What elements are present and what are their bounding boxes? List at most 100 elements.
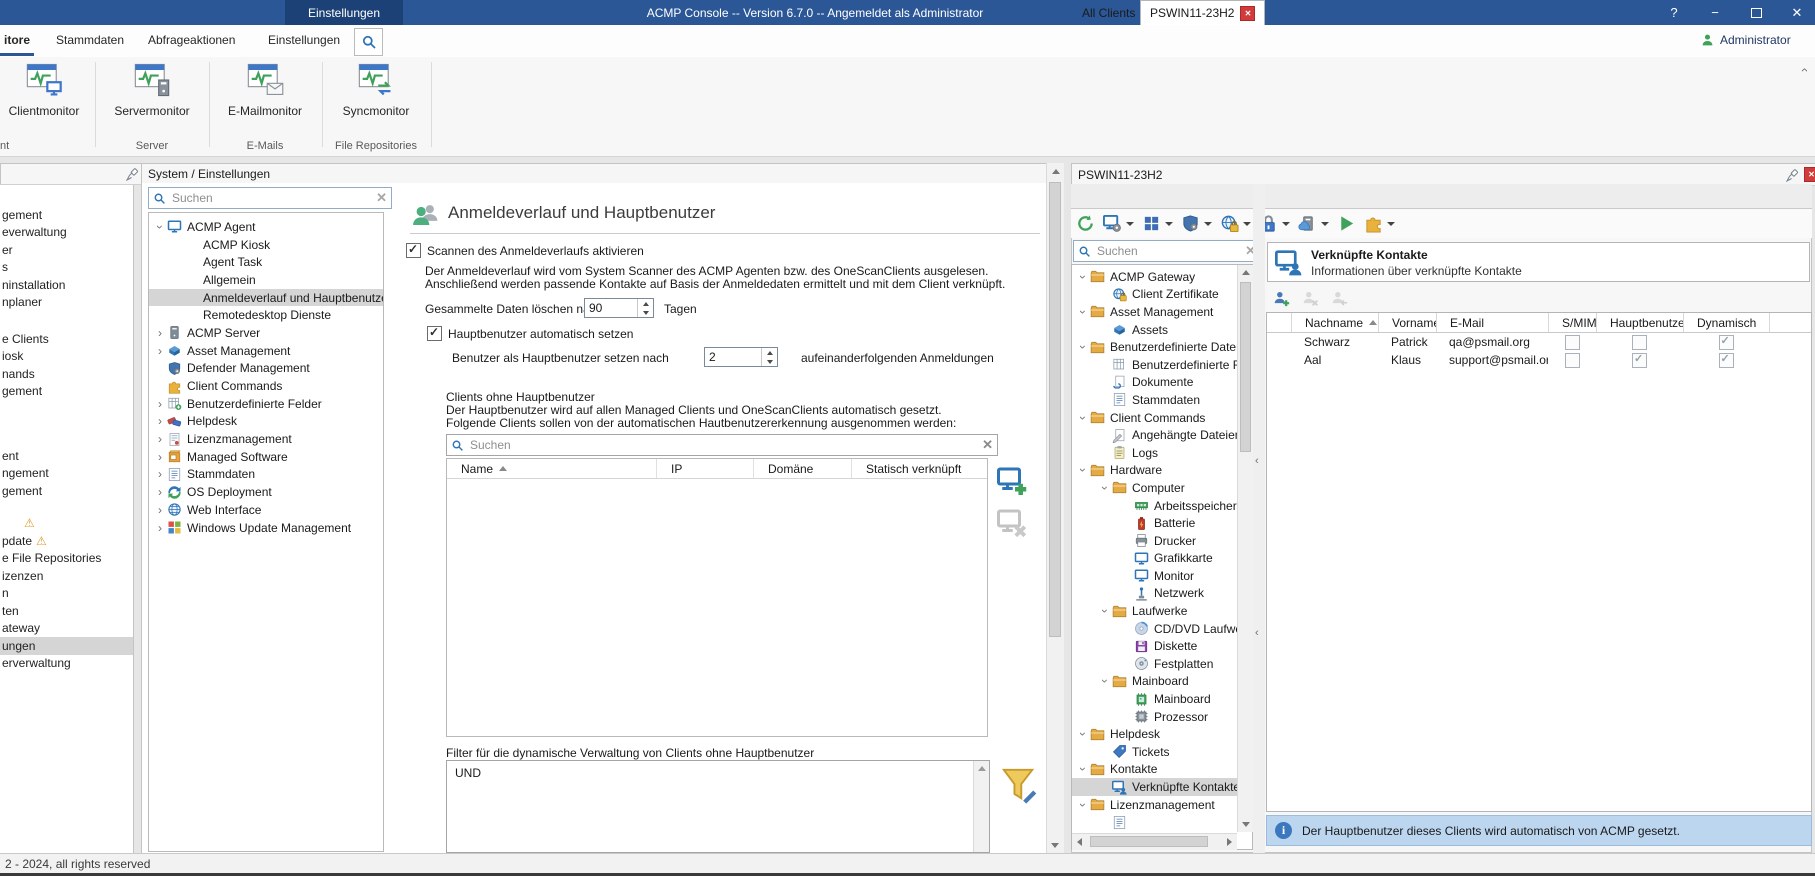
scroll-left-icon[interactable]: [1072, 838, 1087, 846]
ribbon-button[interactable]: Clientmonitor: [0, 60, 88, 122]
column-header[interactable]: Statisch verknüpft: [851, 459, 987, 478]
help-button[interactable]: ?: [1659, 0, 1689, 25]
chevron-icon[interactable]: [1076, 762, 1090, 776]
tree-item[interactable]: Managed Software: [149, 448, 383, 466]
tree-item[interactable]: Helpdesk: [149, 413, 383, 431]
tree-item[interactable]: Prozessor: [1072, 708, 1252, 726]
contact-row[interactable]: Schwarz Patrick qa@psmail.org: [1267, 333, 1811, 351]
dropdown-arrow-icon[interactable]: [1243, 221, 1251, 226]
system-tree-search-input[interactable]: [170, 190, 373, 206]
sidebar-item[interactable]: ateway: [0, 620, 133, 638]
tree-item[interactable]: Monitor: [1072, 567, 1252, 585]
ribbon-button[interactable]: Servermonitor: [104, 60, 200, 122]
sidebar-item[interactable]: izenzen: [0, 567, 133, 585]
tree-item[interactable]: Kontakte: [1072, 761, 1252, 779]
toolbar-button[interactable]: [1217, 212, 1254, 236]
tree-item[interactable]: Client Commands: [1072, 409, 1252, 427]
toolbar-button[interactable]: [1328, 286, 1351, 310]
spinner-up-icon[interactable]: [762, 348, 777, 357]
tree-item[interactable]: Allgemein: [149, 271, 383, 289]
tree-item[interactable]: Client Commands: [149, 377, 383, 395]
toolbar-button[interactable]: [1270, 286, 1293, 310]
ribbon-button[interactable]: E-Mailmonitor: [217, 60, 313, 122]
sidebar-item[interactable]: e File Repositories: [0, 550, 133, 568]
chevron-icon[interactable]: [1076, 798, 1090, 812]
chevron-icon[interactable]: [1076, 727, 1090, 741]
tree-item[interactable]: Laufwerke: [1072, 602, 1252, 620]
scroll-up-icon[interactable]: [1047, 163, 1064, 179]
menu-tab-abfrageaktionen[interactable]: Abfrageaktionen: [144, 25, 239, 54]
tree-item[interactable]: Verknüpfte Kontakte: [1072, 778, 1252, 796]
client-tree-hscrollbar[interactable]: [1072, 833, 1237, 850]
column-header[interactable]: Nachname: [1291, 313, 1378, 332]
chevron-icon[interactable]: [153, 485, 167, 499]
tree-item[interactable]: Stammdaten: [1072, 391, 1252, 409]
clients-search-input[interactable]: [468, 437, 979, 453]
tree-item[interactable]: Diskette: [1072, 637, 1252, 655]
scrollbar-thumb[interactable]: [1049, 182, 1061, 637]
toolbar-button[interactable]: [1073, 212, 1098, 236]
menu-search-button[interactable]: [354, 28, 383, 56]
tree-item[interactable]: Benutzerdefinierte Felder: [149, 395, 383, 413]
tree-item[interactable]: Client Zertifikate: [1072, 286, 1252, 304]
column-header[interactable]: Name: [447, 459, 656, 478]
tab-pswin11-23h2[interactable]: PSWIN11-23H2: [1140, 0, 1266, 25]
sidebar-item[interactable]: nands: [0, 365, 133, 383]
tree-item[interactable]: Web Interface: [149, 501, 383, 519]
toolbar-button[interactable]: [1100, 212, 1137, 236]
tree-item[interactable]: [1072, 813, 1252, 831]
client-tree-search[interactable]: ✕: [1073, 240, 1261, 262]
dropdown-arrow-icon[interactable]: [1321, 221, 1329, 226]
sidebar-item[interactable]: erverwaltung: [0, 655, 133, 673]
chevron-icon[interactable]: [153, 467, 167, 481]
panel-splitter[interactable]: [1253, 184, 1265, 853]
tree-item[interactable]: Logs: [1072, 444, 1252, 462]
column-header[interactable]: S/MIME: [1548, 313, 1596, 332]
column-header[interactable]: Vorname: [1378, 313, 1436, 332]
tree-item[interactable]: Dokumente: [1072, 374, 1252, 392]
tree-item[interactable]: Benutzerdefinierte Felder: [1072, 356, 1252, 374]
edit-filter-button[interactable]: [1000, 764, 1038, 806]
tree-item[interactable]: Benutzerdefinierte Daten: [1072, 338, 1252, 356]
sidebar-item[interactable]: ungen: [0, 637, 133, 655]
column-header[interactable]: E-Mail: [1436, 313, 1548, 332]
menu-tab-monitore[interactable]: itore: [0, 25, 35, 56]
chevron-icon[interactable]: [1098, 481, 1112, 495]
chevron-icon[interactable]: [153, 432, 167, 446]
chevron-icon[interactable]: [153, 326, 167, 340]
main-scrollbar[interactable]: [1046, 163, 1064, 853]
chevron-icon[interactable]: [1076, 340, 1090, 354]
sidebar-item[interactable]: nplaner: [0, 294, 133, 312]
tree-item[interactable]: ACMP Gateway: [1072, 268, 1252, 286]
column-header[interactable]: IP: [656, 459, 753, 478]
tree-item[interactable]: Computer: [1072, 479, 1252, 497]
scroll-right-icon[interactable]: [1222, 838, 1237, 846]
dropdown-arrow-icon[interactable]: [1126, 221, 1134, 226]
tree-item[interactable]: Lizenzmanagement: [1072, 796, 1252, 814]
tree-item[interactable]: ACMP Kiosk: [149, 236, 383, 254]
sidebar-item[interactable]: e Clients: [0, 330, 133, 348]
ribbon-button[interactable]: Syncmonitor: [310, 60, 442, 122]
column-header[interactable]: Domäne: [753, 459, 851, 478]
sidebar-item[interactable]: everwaltung: [0, 224, 133, 242]
spinner-up-icon[interactable]: [638, 299, 653, 308]
sidebar-item[interactable]: ent: [0, 447, 133, 465]
pin-icon[interactable]: [1786, 168, 1800, 182]
column-header[interactable]: Dynamisch: [1683, 313, 1769, 332]
chevron-icon[interactable]: [153, 450, 167, 464]
close-tab-icon[interactable]: [1240, 5, 1256, 21]
sidebar-item[interactable]: ten: [0, 602, 133, 620]
tree-item[interactable]: Hardware: [1072, 462, 1252, 480]
chevron-icon[interactable]: [153, 414, 167, 428]
tree-item[interactable]: Asset Management: [149, 342, 383, 360]
scrollbar-thumb[interactable]: [1090, 836, 1208, 847]
close-button[interactable]: ✕: [1782, 0, 1812, 25]
tree-item[interactable]: Festplatten: [1072, 655, 1252, 673]
after-logins-spinner[interactable]: 2: [704, 347, 778, 367]
client-tree-search-input[interactable]: [1095, 243, 1242, 259]
clients-search[interactable]: ✕: [446, 434, 998, 456]
chevron-icon[interactable]: [1076, 411, 1090, 425]
sidebar-item[interactable]: s: [0, 259, 133, 277]
tree-item[interactable]: Drucker: [1072, 532, 1252, 550]
ribbon-collapse-icon[interactable]: ›: [1795, 62, 1811, 78]
